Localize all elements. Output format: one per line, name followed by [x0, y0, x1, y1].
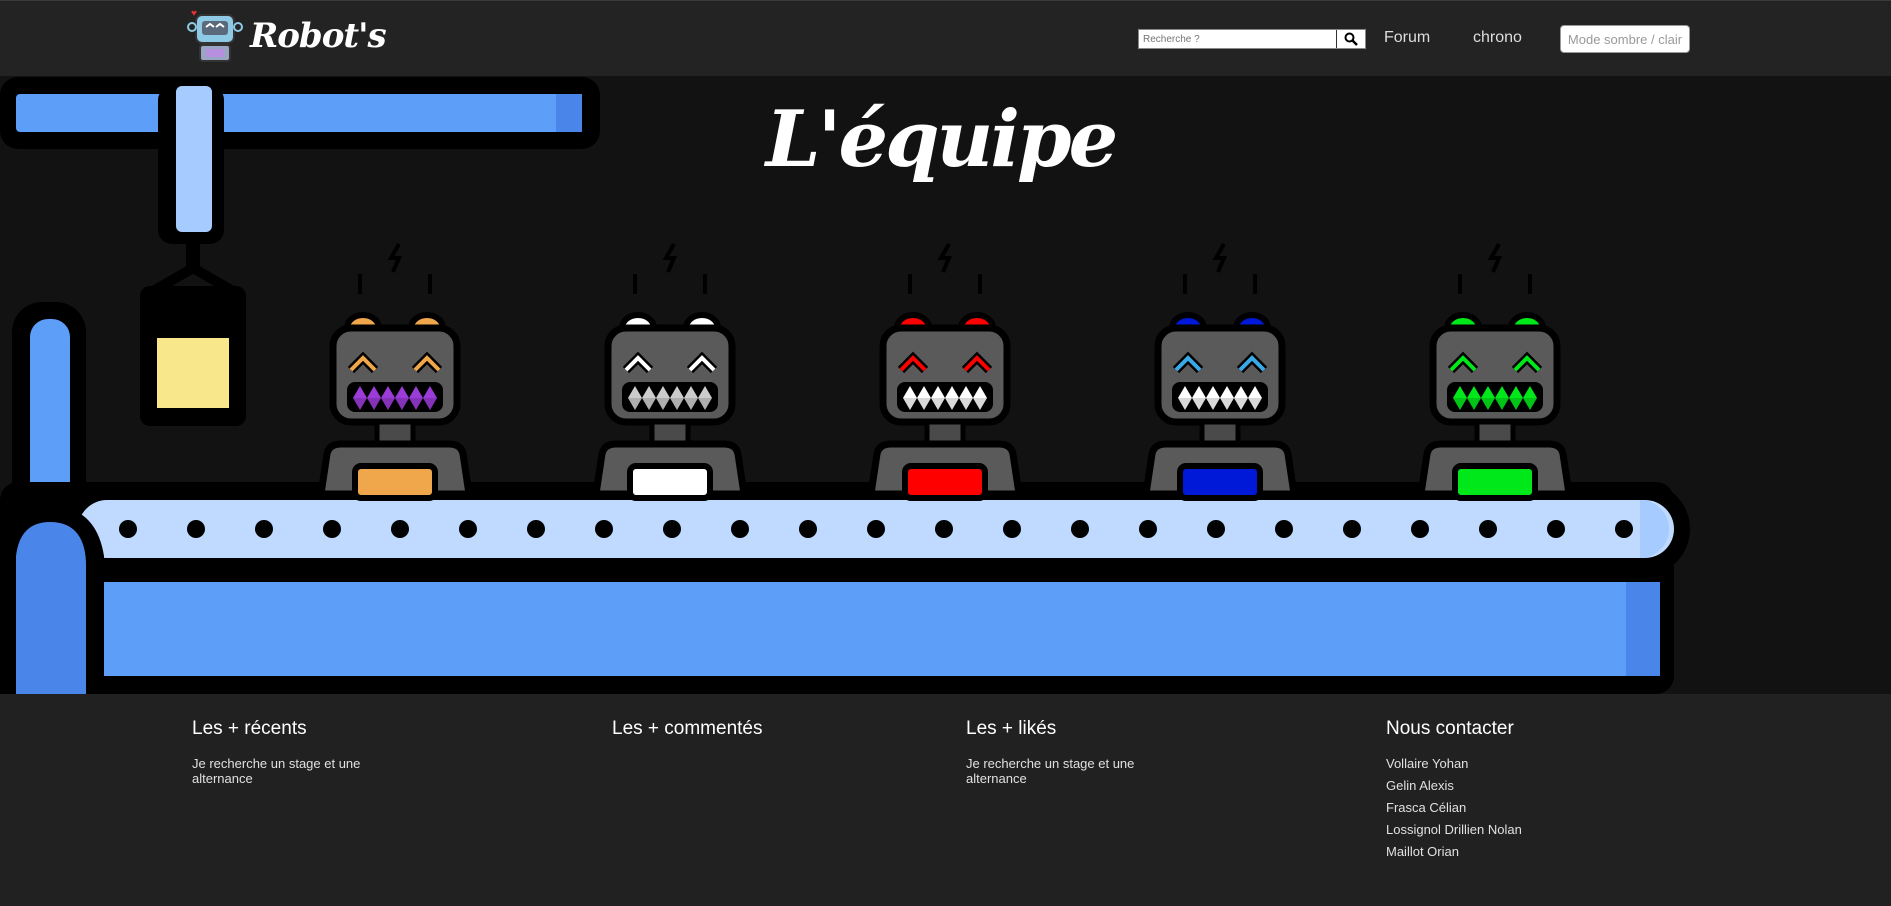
belt-dot [323, 520, 341, 538]
logo[interactable]: Robot's [186, 7, 387, 65]
belt-dot [391, 520, 409, 538]
contact-member[interactable]: Frasca Célian [1386, 800, 1606, 815]
dark-light-mode-toggle[interactable]: Mode sombre / clair [1560, 25, 1690, 53]
belt-dot [731, 520, 749, 538]
footer-commented-title: Les + commentés [612, 718, 763, 739]
contact-member[interactable]: Maillot Orian [1386, 844, 1606, 859]
footer-contact-title: Nous contacter [1386, 718, 1514, 739]
belt-dot [1139, 520, 1157, 538]
belt-dot [527, 520, 545, 538]
search-icon [1344, 32, 1358, 46]
belt-dot [1411, 520, 1429, 538]
belt-dot [1275, 520, 1293, 538]
robot-logo-icon [187, 10, 243, 62]
footer-liked-link[interactable]: Je recherche un stage et une alternance [966, 756, 1186, 786]
belt-dot [1071, 520, 1089, 538]
footer-col-liked: Les + likés Je recherche un stage et une… [966, 718, 1186, 793]
robot-5 [1416, 243, 1574, 501]
contact-member[interactable]: Lossignol Drillien Nolan [1386, 822, 1606, 837]
top-navbar: Robot's Forum chrono Mode sombre / clair [0, 0, 1891, 77]
belt-dot [119, 520, 137, 538]
belt-dot [187, 520, 205, 538]
belt-dot [595, 520, 613, 538]
belt-dot [867, 520, 885, 538]
belt-dot [663, 520, 681, 538]
belt-dot [459, 520, 477, 538]
footer-recent-title: Les + récents [192, 718, 307, 739]
robot-1 [316, 243, 474, 501]
robots-row [316, 243, 1574, 501]
nav-link-forum[interactable]: Forum [1384, 29, 1430, 47]
footer-liked-title: Les + likés [966, 718, 1057, 739]
page-title: L'équipe [765, 94, 1118, 185]
belt-dot [1615, 520, 1633, 538]
search-button[interactable] [1336, 30, 1365, 48]
contact-member[interactable]: Gelin Alexis [1386, 778, 1606, 793]
logo-text: Robot's [250, 16, 387, 56]
belt-dot [935, 520, 953, 538]
hero-banner: L'équipe [0, 76, 1891, 694]
belt-dot [1207, 520, 1225, 538]
contact-member[interactable]: Vollaire Yohan [1386, 756, 1606, 771]
belt-dot [1343, 520, 1361, 538]
footer-col-contact: Nous contacter Vollaire Yohan Gelin Alex… [1386, 718, 1606, 866]
robot-3 [866, 243, 1024, 501]
footer-recent-link[interactable]: Je recherche un stage et une alternance [192, 756, 412, 786]
footer: Les + récents Je recherche un stage et u… [0, 694, 1891, 906]
robot-2 [591, 243, 749, 501]
belt-dot [1479, 520, 1497, 538]
footer-col-commented: Les + commentés [612, 718, 832, 756]
belt-dot [255, 520, 273, 538]
belt-dot [799, 520, 817, 538]
search-bar [1138, 29, 1366, 49]
belt-dot [1003, 520, 1021, 538]
nav-link-chrono[interactable]: chrono [1473, 29, 1522, 47]
belt-dot [1547, 520, 1565, 538]
footer-col-recent: Les + récents Je recherche un stage et u… [192, 718, 412, 793]
robot-4 [1141, 243, 1299, 501]
search-input[interactable] [1139, 30, 1336, 48]
